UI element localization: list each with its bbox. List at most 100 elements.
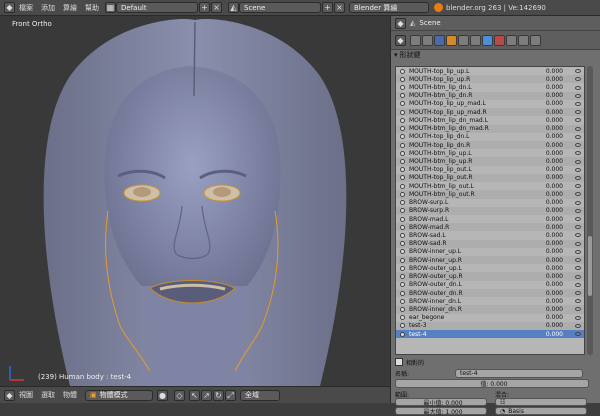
vertex-group-field[interactable]: ☷ xyxy=(495,398,587,406)
shape-key-row[interactable]: test-3 0.000 xyxy=(396,321,584,330)
mute-toggle-icon[interactable] xyxy=(575,134,581,139)
shape-key-value[interactable]: 0.000 xyxy=(533,191,563,198)
shape-key-value[interactable]: 0.000 xyxy=(533,158,563,165)
shape-key-value[interactable]: 0.000 xyxy=(533,298,563,305)
mute-toggle-icon[interactable] xyxy=(575,315,581,320)
shape-key-value[interactable]: 0.000 xyxy=(533,232,563,239)
shape-key-value[interactable]: 0.000 xyxy=(533,183,563,190)
shape-key-row[interactable]: MOUTH-btm_lip_out.R 0.000 xyxy=(396,190,584,199)
shape-key-row[interactable]: BROW-sad.R 0.000 xyxy=(396,239,584,248)
layout-icon[interactable]: ▦ xyxy=(105,2,116,13)
mute-toggle-icon[interactable] xyxy=(575,282,581,287)
shape-key-value[interactable]: 0.000 xyxy=(533,322,563,329)
shape-key-value[interactable]: 0.000 xyxy=(533,257,563,264)
scale-icon[interactable]: ⤢ xyxy=(225,389,236,401)
editor-type-icon[interactable]: ◆ xyxy=(4,2,15,13)
shape-key-value[interactable]: 0.000 xyxy=(533,84,563,91)
render-tab-icon[interactable] xyxy=(410,34,421,46)
shape-key-value[interactable]: 0.000 xyxy=(533,290,563,297)
shape-key-value[interactable]: 0.000 xyxy=(533,150,563,157)
shape-key-row[interactable]: test-4 0.000 xyxy=(396,330,584,339)
3d-viewport[interactable]: Front Ortho (239) Human body : test-4 xyxy=(0,16,390,386)
shape-key-value[interactable]: 0.000 xyxy=(533,125,563,132)
mute-toggle-icon[interactable] xyxy=(575,291,581,296)
shape-key-row[interactable]: MOUTH-top_lip_out.L 0.000 xyxy=(396,166,584,174)
shape-key-value[interactable]: 0.000 xyxy=(533,117,563,124)
shape-key-row[interactable]: BROW-outer_up.L 0.000 xyxy=(396,264,584,272)
shape-key-row[interactable]: MOUTH-top_lip_up_mad.R 0.000 xyxy=(396,108,584,117)
menu-object[interactable]: 物體 xyxy=(63,390,77,400)
editor-type-icon[interactable]: ◆ xyxy=(4,389,15,401)
shape-key-row[interactable]: MOUTH-btm_lip_dn_mad.R 0.000 xyxy=(396,124,584,133)
rotate-icon[interactable]: ↻ xyxy=(213,389,224,401)
mute-toggle-icon[interactable] xyxy=(575,118,581,123)
layout-add-button[interactable]: + xyxy=(199,2,210,13)
modifier-tab-icon[interactable] xyxy=(470,34,481,46)
scene-add-button[interactable]: + xyxy=(322,2,333,13)
shape-key-value[interactable]: 0.000 xyxy=(533,331,563,338)
shape-key-row[interactable]: MOUTH-top_lip_up_mad.L 0.000 xyxy=(396,100,584,108)
shape-key-row[interactable]: ear_begone 0.000 xyxy=(396,314,584,322)
shape-key-row[interactable]: MOUTH-top_lip_up.L 0.000 xyxy=(396,67,584,75)
menu-select[interactable]: 選取 xyxy=(41,390,55,400)
mute-toggle-icon[interactable] xyxy=(575,332,581,337)
shape-key-row[interactable]: BROW-mad.R 0.000 xyxy=(396,223,584,232)
mute-toggle-icon[interactable] xyxy=(575,307,581,312)
editor-type-icon[interactable]: ◆ xyxy=(395,17,406,29)
range-min-field[interactable]: 最小值: 0.000 xyxy=(395,398,487,407)
manipulator-icon[interactable]: ↖ xyxy=(189,389,200,401)
layout-remove-button[interactable]: × xyxy=(211,2,222,13)
menu-file[interactable]: 檔案 xyxy=(19,3,33,13)
shape-key-list[interactable]: MOUTH-top_lip_up.L 0.000 MOUTH-top_lip_up.… xyxy=(395,66,585,355)
mute-toggle-icon[interactable] xyxy=(575,69,581,74)
shape-keys-panel-header[interactable]: ▾ 形狀鍵 xyxy=(391,50,600,60)
mute-toggle-icon[interactable] xyxy=(575,323,581,328)
mute-toggle-icon[interactable] xyxy=(575,175,581,180)
name-field[interactable]: test-4 xyxy=(455,368,583,378)
mode-selector[interactable]: ▣ 物體模式 xyxy=(85,389,153,401)
shape-key-value[interactable]: 0.000 xyxy=(533,281,563,288)
shape-key-value[interactable]: 0.000 xyxy=(533,240,563,247)
shape-key-value[interactable]: 0.000 xyxy=(533,92,563,99)
shading-icon[interactable]: ● xyxy=(157,389,168,401)
range-max-field[interactable]: 最大值: 1.000 xyxy=(395,407,487,416)
editor-type-icon[interactable]: ◆ xyxy=(395,34,406,46)
constraint-tab-icon[interactable] xyxy=(458,34,469,46)
mute-toggle-icon[interactable] xyxy=(575,208,581,213)
mute-toggle-icon[interactable] xyxy=(575,151,581,156)
shape-key-value[interactable]: 0.000 xyxy=(533,224,563,231)
shape-key-row[interactable]: BROW-sad.L 0.000 xyxy=(396,231,584,239)
shape-key-value[interactable]: 0.000 xyxy=(533,68,563,75)
shape-key-value[interactable]: 0.000 xyxy=(533,273,563,280)
particle-tab-icon[interactable] xyxy=(518,34,529,46)
pivot-icon[interactable]: ◇ xyxy=(174,389,185,401)
shape-key-row[interactable]: MOUTH-btm_lip_out.L 0.000 xyxy=(396,182,584,190)
shape-key-row[interactable]: BROW-surp.R 0.000 xyxy=(396,206,584,215)
mute-toggle-icon[interactable] xyxy=(575,299,581,304)
shape-key-value[interactable]: 0.000 xyxy=(533,100,563,107)
shape-key-value[interactable]: 0.000 xyxy=(533,142,563,149)
shape-key-value[interactable]: 0.000 xyxy=(533,199,563,206)
shape-key-row[interactable]: MOUTH-top_lip_dn.L 0.000 xyxy=(396,133,584,141)
shape-key-value[interactable]: 0.000 xyxy=(533,306,563,313)
mute-toggle-icon[interactable] xyxy=(575,233,581,238)
shape-key-value[interactable]: 0.000 xyxy=(533,109,563,116)
shape-key-value[interactable]: 0.000 xyxy=(533,174,563,181)
menu-render[interactable]: 算繪 xyxy=(63,3,77,13)
scene-selector[interactable]: Scene xyxy=(239,2,321,13)
scene-remove-button[interactable]: × xyxy=(334,2,345,13)
mute-toggle-icon[interactable] xyxy=(575,85,581,90)
scene-icon[interactable]: ◭ xyxy=(228,2,239,13)
mute-toggle-icon[interactable] xyxy=(575,126,581,131)
shape-key-row[interactable]: BROW-mad.L 0.000 xyxy=(396,215,584,223)
render-engine-selector[interactable]: Blender 算繪 xyxy=(349,2,429,13)
shape-key-row[interactable]: MOUTH-btm_lip_up.R 0.000 xyxy=(396,157,584,166)
mute-toggle-icon[interactable] xyxy=(575,192,581,197)
mute-toggle-icon[interactable] xyxy=(575,241,581,246)
shape-key-row[interactable]: MOUTH-top_lip_up.R 0.000 xyxy=(396,75,584,84)
shape-key-value[interactable]: 0.000 xyxy=(533,216,563,223)
menu-view[interactable]: 視圖 xyxy=(19,390,33,400)
data-tab-icon[interactable] xyxy=(482,34,493,46)
shape-key-value[interactable]: 0.000 xyxy=(533,248,563,255)
material-tab-icon[interactable] xyxy=(494,34,505,46)
